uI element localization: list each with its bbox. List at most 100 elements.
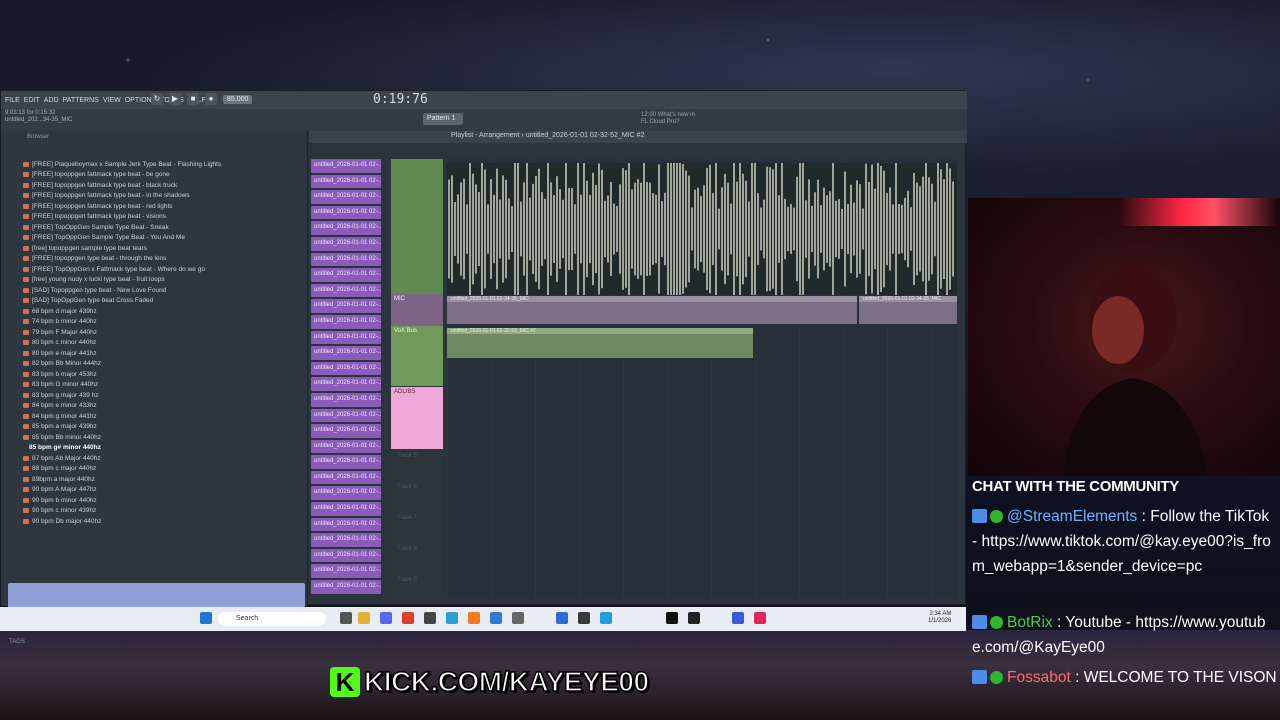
browser-item[interactable]: 85 bpm a major 439hz bbox=[23, 422, 305, 433]
system-clock[interactable]: 2:34 AM 1/1/2026 bbox=[928, 611, 951, 625]
channel-button[interactable]: untitled_2026-01-01 02-... bbox=[311, 299, 381, 313]
browser-item[interactable]: 85 bpm g# minor 440hz bbox=[23, 443, 305, 454]
channel-button[interactable]: untitled_2026-01-01 02-... bbox=[311, 377, 381, 391]
browser-item[interactable]: [FREE] topoppgen fattmack type beat - re… bbox=[23, 201, 305, 212]
channel-button[interactable]: untitled_2026-01-01 02-... bbox=[311, 470, 381, 485]
browser-item[interactable]: 84 bpm g minor 441hz bbox=[23, 411, 305, 422]
browser-item[interactable]: 89bpm a major 440hz bbox=[23, 474, 305, 485]
channel-button[interactable]: untitled_2026-01-01 02-... bbox=[311, 439, 381, 454]
tiktok-icon[interactable] bbox=[666, 612, 678, 624]
browser-item[interactable]: [FREE] TopOppGen Sample Type Beat - You … bbox=[23, 233, 305, 244]
browser-item[interactable]: [FREE] TopOppGen Sample Type Beat - Snea… bbox=[23, 222, 305, 233]
channel-button[interactable]: untitled_2026-01-01 02-... bbox=[311, 205, 381, 220]
song-time-display[interactable]: 0:19:76 bbox=[373, 92, 428, 107]
windows-start-icon[interactable] bbox=[200, 612, 212, 624]
channel-button[interactable]: untitled_2026-01-01 02-... bbox=[311, 548, 381, 563]
beat-waveform-clip[interactable] bbox=[447, 149, 957, 309]
channel-button[interactable]: untitled_2026-01-01 02-... bbox=[311, 190, 381, 204]
zoom-icon[interactable] bbox=[732, 612, 744, 624]
channel-button[interactable]: untitled_2026-01-01 02-... bbox=[311, 174, 381, 189]
browser-item[interactable]: [FREE] topoppgen fattmack type beat - vi… bbox=[23, 212, 305, 223]
fl-studio-icon[interactable] bbox=[468, 612, 480, 624]
browser-item[interactable]: 90 bpm b minor 440hz bbox=[23, 495, 305, 506]
word-icon[interactable] bbox=[556, 612, 568, 624]
stop-icon[interactable]: ■ bbox=[187, 93, 199, 105]
channel-button[interactable]: untitled_2026-01-01 02-... bbox=[311, 533, 381, 547]
browser-item[interactable]: 90 bpm Db major 440hz bbox=[23, 516, 305, 527]
brave-icon[interactable] bbox=[402, 612, 414, 624]
loop-icon[interactable]: ↻ bbox=[151, 93, 163, 105]
calculator-icon[interactable] bbox=[578, 612, 590, 624]
menu-file[interactable]: FILE bbox=[5, 97, 20, 104]
browser-item[interactable]: 68 bpm d major 439hz bbox=[23, 306, 305, 317]
channel-button[interactable]: untitled_2026-01-01 02-... bbox=[311, 314, 381, 329]
browser-item[interactable]: 85 bpm Bb minor 440hz bbox=[23, 432, 305, 443]
channel-button[interactable]: untitled_2026-01-01 02-... bbox=[311, 486, 381, 501]
browser-item[interactable]: 90 bpm A Major 447hz bbox=[23, 485, 305, 496]
menu-edit[interactable]: EDIT bbox=[24, 97, 40, 104]
channel-button[interactable]: untitled_2026-01-01 02-... bbox=[311, 502, 381, 516]
browser-item[interactable]: [FREE] topoppgen fattmack type beat - in… bbox=[23, 191, 305, 202]
browser-item[interactable]: 83 bpm g major 439 hz bbox=[23, 390, 305, 401]
browser-item[interactable]: 90 bpm c minor 439hz bbox=[23, 506, 305, 517]
browser-item[interactable]: 79 bpm F Major 440hz bbox=[23, 327, 305, 338]
browser-item[interactable]: 88 bpm c major 440hz bbox=[23, 464, 305, 475]
channel-button[interactable]: untitled_2026-01-01 02-... bbox=[311, 580, 381, 594]
channel-button[interactable]: untitled_2026-01-01 02-... bbox=[311, 392, 381, 407]
browser-icon[interactable] bbox=[600, 612, 612, 624]
obs-icon[interactable] bbox=[424, 612, 436, 624]
capcut-icon[interactable] bbox=[688, 612, 700, 624]
browser-item[interactable]: 74 bpm b minor 440hz bbox=[23, 317, 305, 328]
browser-item[interactable]: 80 bpm c minor 440hz bbox=[23, 338, 305, 349]
track-mic-header[interactable]: MIC bbox=[391, 294, 443, 326]
taskview-icon[interactable] bbox=[340, 612, 352, 624]
channel-button[interactable]: untitled_2026-01-01 02-... bbox=[311, 424, 381, 438]
settings-icon[interactable] bbox=[512, 612, 524, 624]
app-icon[interactable] bbox=[490, 612, 502, 624]
track-1-header[interactable] bbox=[391, 159, 443, 294]
browser-item[interactable]: [free] young nudy x lucki type beat - fr… bbox=[23, 275, 305, 286]
browser-item[interactable]: 83 bpm b major 453hz bbox=[23, 369, 305, 380]
browser-item[interactable]: 83 bpm G minor 440hz bbox=[23, 380, 305, 391]
channel-button[interactable]: untitled_2026-01-01 02-... bbox=[311, 346, 381, 360]
browser-item[interactable]: [FREE] TopOppGen x Fattmack type beat - … bbox=[23, 264, 305, 275]
channel-button[interactable]: untitled_2026-01-01 02-... bbox=[311, 221, 381, 235]
channel-button[interactable]: untitled_2026-01-01 02-... bbox=[311, 159, 381, 173]
news-hint[interactable]: 12:00 What's new in FL Cloud Pro? bbox=[641, 112, 701, 126]
browser-item[interactable]: [FREE] topoppgen fattmack type beat - be… bbox=[23, 170, 305, 181]
channel-button[interactable]: untitled_2026-01-01 02-... bbox=[311, 268, 381, 282]
channel-button[interactable]: untitled_2026-01-01 02-... bbox=[311, 252, 381, 267]
browser-item[interactable]: 84 bpm e minor 433hz bbox=[23, 401, 305, 412]
file-explorer-icon[interactable] bbox=[358, 612, 370, 624]
channel-button[interactable]: untitled_2026-01-01 02-... bbox=[311, 236, 381, 251]
tiktok-live-icon[interactable] bbox=[754, 612, 766, 624]
channel-button[interactable]: untitled_2026-01-01 02-... bbox=[311, 517, 381, 532]
browser-item[interactable]: [FREE] Plaqueboymax x Sample Jerk Type B… bbox=[23, 159, 305, 170]
browser-item[interactable]: [FREE] topoppgen fattmack type beat - bl… bbox=[23, 180, 305, 191]
track-vox-bus-header[interactable]: VoX Bus bbox=[391, 326, 443, 386]
browser-item[interactable]: 87 bpm Ab Major 440hz bbox=[23, 453, 305, 464]
channel-button[interactable]: untitled_2026-01-01 02-... bbox=[311, 408, 381, 423]
channel-button[interactable]: untitled_2026-01-01 02-... bbox=[311, 330, 381, 345]
browser-item[interactable]: [free] topoppgen sample type beat tears bbox=[23, 243, 305, 254]
browser-item[interactable]: [SAD] TopOppGen type beat Cross Faded bbox=[23, 296, 305, 307]
play-icon[interactable]: ▶ bbox=[169, 93, 181, 105]
browser-item[interactable]: [SAD] Topoppgen type beat - New Love Fou… bbox=[23, 285, 305, 296]
channel-button[interactable]: untitled_2026-01-01 02-... bbox=[311, 283, 381, 298]
track-adlibs-header[interactable]: ADLIBS bbox=[391, 387, 443, 449]
edge-icon[interactable] bbox=[446, 612, 458, 624]
browser-item[interactable]: 80 bpm e major 441hz bbox=[23, 348, 305, 359]
menu-add[interactable]: ADD bbox=[44, 97, 59, 104]
pattern-selector[interactable]: Pattern 1 bbox=[423, 113, 463, 125]
menu-patterns[interactable]: PATTERNS bbox=[63, 97, 99, 104]
record-icon[interactable]: ● bbox=[205, 93, 217, 105]
taskbar-search[interactable]: Search bbox=[218, 612, 326, 626]
channel-button[interactable]: untitled_2026-01-01 02-... bbox=[311, 361, 381, 376]
menu-view[interactable]: VIEW bbox=[103, 97, 121, 104]
browser-item[interactable]: [FREE] topoppgen type beat - through the… bbox=[23, 254, 305, 265]
browser-item[interactable]: 82 bpm Bb Minor 444hz bbox=[23, 359, 305, 370]
channel-button[interactable]: untitled_2026-01-01 02-... bbox=[311, 455, 381, 469]
tempo-display[interactable]: 85.000 bbox=[223, 94, 253, 104]
channel-button[interactable]: untitled_2026-01-01 02-... bbox=[311, 564, 381, 579]
discord-icon[interactable] bbox=[380, 612, 392, 624]
